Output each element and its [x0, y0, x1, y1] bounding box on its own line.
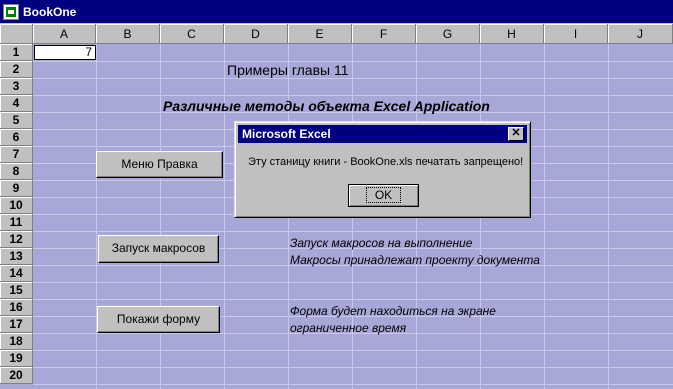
column-header-a[interactable]: A [33, 24, 96, 44]
row-header-8[interactable]: 8 [0, 163, 33, 180]
gridline [33, 350, 673, 351]
select-all-corner[interactable] [0, 24, 33, 44]
row-header-9[interactable]: 9 [0, 180, 33, 197]
close-icon[interactable]: ✕ [508, 127, 524, 141]
column-header-d[interactable]: D [224, 24, 288, 44]
dialog-title: Microsoft Excel [242, 127, 331, 141]
show-form-button[interactable]: Покажи форму [97, 306, 220, 333]
gridline [33, 95, 673, 96]
dialog-message: Эту станицу книги - BookOne.xls печатать… [248, 156, 524, 168]
row-header-14[interactable]: 14 [0, 265, 33, 282]
column-header-f[interactable]: F [352, 24, 416, 44]
row-header-3[interactable]: 3 [0, 78, 33, 95]
active-cell-a1[interactable]: 7 [34, 45, 96, 60]
column-header-i[interactable]: I [544, 24, 608, 44]
gridline [33, 231, 673, 232]
gridline [33, 367, 673, 368]
form-note-line2[interactable]: ограниченное время [290, 321, 406, 335]
gridline [33, 384, 673, 385]
gridline [33, 78, 673, 79]
row-header-17[interactable]: 17 [0, 316, 33, 333]
row-header-19[interactable]: 19 [0, 350, 33, 367]
ok-button-label: OK [365, 187, 402, 203]
row-header-16[interactable]: 16 [0, 299, 33, 316]
column-header-e[interactable]: E [288, 24, 352, 44]
column-header-h[interactable]: H [480, 24, 544, 44]
edit-menu-button[interactable]: Меню Правка [96, 151, 223, 178]
sheet-heading[interactable]: Примеры главы 11 [227, 62, 349, 78]
row-header-18[interactable]: 18 [0, 333, 33, 350]
row-header-5[interactable]: 5 [0, 112, 33, 129]
dialog-titlebar[interactable]: Microsoft Excel ✕ [238, 125, 527, 143]
gridline [33, 299, 673, 300]
row-header-10[interactable]: 10 [0, 197, 33, 214]
macro-note-line1[interactable]: Запуск макросов на выполнение [290, 236, 472, 250]
row-header-12[interactable]: 12 [0, 231, 33, 248]
row-header-2[interactable]: 2 [0, 61, 33, 78]
row-header-1[interactable]: 1 [0, 44, 33, 61]
window-titlebar: BookOne [0, 0, 673, 24]
excel-document-icon[interactable] [3, 4, 19, 20]
ok-button[interactable]: OK [348, 184, 419, 207]
row-header-20[interactable]: 20 [0, 367, 33, 384]
row-header-11[interactable]: 11 [0, 214, 33, 231]
print-forbidden-dialog: Microsoft Excel ✕ Эту станицу книги - Bo… [234, 121, 531, 218]
window-title: BookOne [23, 5, 77, 19]
sheet-subheading[interactable]: Различные методы объекта Excel Applicati… [163, 98, 490, 114]
row-header-6[interactable]: 6 [0, 129, 33, 146]
column-header-g[interactable]: G [416, 24, 480, 44]
row-header-13[interactable]: 13 [0, 248, 33, 265]
column-header-c[interactable]: C [160, 24, 224, 44]
run-macros-button[interactable]: Запуск макросов [98, 235, 219, 263]
macro-note-line2[interactable]: Макросы принадлежат проекту документа [290, 253, 540, 267]
gridline [33, 282, 673, 283]
column-header-j[interactable]: J [608, 24, 673, 44]
gridline [33, 61, 673, 62]
form-note-line1[interactable]: Форма будет находиться на экране [290, 304, 496, 318]
row-header-7[interactable]: 7 [0, 146, 33, 163]
column-header-b[interactable]: B [96, 24, 160, 44]
row-header-15[interactable]: 15 [0, 282, 33, 299]
row-header-4[interactable]: 4 [0, 95, 33, 112]
